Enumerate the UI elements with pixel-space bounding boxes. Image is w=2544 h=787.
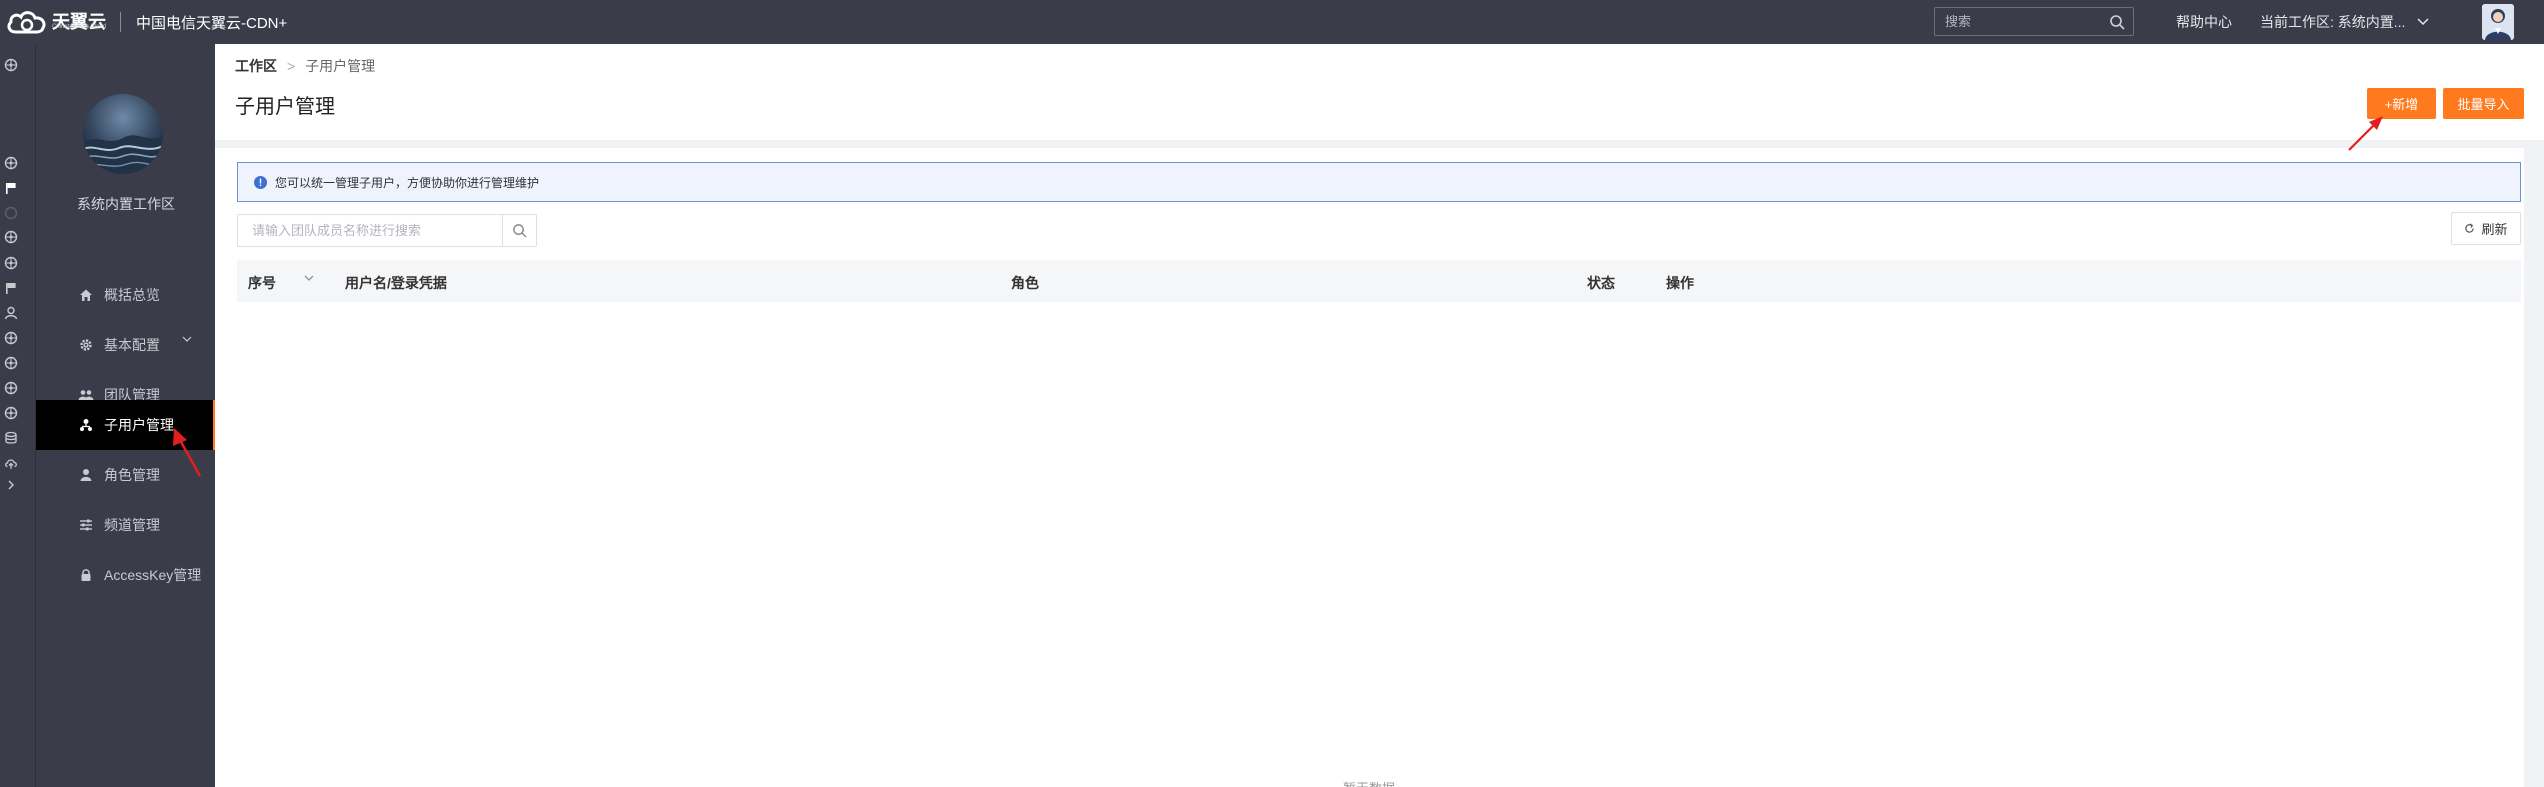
rail-expand-icon[interactable]	[2, 476, 20, 494]
top-bar: 天翼云 Chinatelecom Cloud 中国电信天翼云-CDN+ 帮助中心…	[0, 0, 2544, 44]
product-title: 中国电信天翼云-CDN+	[136, 15, 288, 32]
column-actions: 操作	[1666, 275, 1694, 291]
refresh-button[interactable]: 刷新	[2451, 212, 2521, 245]
rail-wheel-icon-5[interactable]	[2, 329, 20, 347]
content-card: 您可以统一管理子用户，方便协助你进行管理维护 刷新 序号 用户名/登录凭据 角色…	[215, 148, 2524, 787]
column-username: 用户名/登录凭据	[345, 275, 447, 291]
sidebar-item-role[interactable]: 角色管理	[36, 450, 216, 500]
workspace-avatar	[83, 94, 163, 174]
rail-wheel-icon-3[interactable]	[2, 228, 20, 246]
user-avatar[interactable]	[2482, 4, 2514, 40]
rail-wheel-icon-7[interactable]	[2, 379, 20, 397]
global-search[interactable]	[1934, 7, 2134, 36]
member-search[interactable]	[237, 214, 537, 247]
rail-wheel-icon-6[interactable]	[2, 354, 20, 372]
breadcrumb: 工作区 > 子用户管理	[235, 56, 375, 76]
table-empty-text: 暂无数据	[1343, 778, 1395, 787]
add-sub-user-button[interactable]: +新增	[2367, 88, 2436, 119]
rail-user-icon[interactable]	[2, 304, 20, 322]
chevron-down-icon	[2417, 18, 2429, 26]
workspace-selector[interactable]: 当前工作区: 系统内置...	[2260, 12, 2429, 32]
search-icon[interactable]	[2109, 14, 2125, 30]
column-role: 角色	[1011, 275, 1039, 291]
info-icon	[254, 175, 267, 189]
member-search-button[interactable]	[502, 215, 536, 246]
member-search-input[interactable]	[238, 215, 502, 246]
sidebar-item-label: 子用户管理	[104, 417, 174, 433]
top-divider	[120, 12, 121, 32]
sidebar: 系统内置工作区 概括总览 基本配置 团队管理 子用户管理 角色管理 频道管理 A…	[35, 44, 216, 787]
sidebar-item-overview[interactable]: 概括总览	[36, 270, 216, 320]
rail-flag-icon-2[interactable]	[2, 279, 20, 297]
sort-chevron-icon[interactable]	[304, 275, 314, 282]
help-center-link[interactable]: 帮助中心	[2176, 12, 2232, 32]
sidebar-item-label: 概括总览	[104, 287, 160, 303]
rail-wheel-icon-2[interactable]	[2, 154, 20, 172]
rail-cloud-upload-icon[interactable]	[2, 454, 20, 472]
user-avatar-icon	[2482, 4, 2514, 40]
sidebar-item-basic-config[interactable]: 基本配置	[36, 320, 216, 370]
breadcrumb-chevron-icon: >	[287, 58, 296, 74]
rail-wheel-icon-4[interactable]	[2, 254, 20, 272]
main-area: 工作区 > 子用户管理 子用户管理 +新增 批量导入 您可以统一管理子用户，方便…	[215, 44, 2544, 787]
sidebar-item-label: 频道管理	[104, 517, 160, 533]
rail-database-icon[interactable]	[2, 429, 20, 447]
breadcrumb-workspace[interactable]: 工作区	[235, 56, 277, 76]
column-index[interactable]: 序号	[248, 273, 276, 293]
workspace-avatar-icon	[83, 94, 163, 174]
cloud-logo-icon	[7, 11, 46, 34]
user-icon	[78, 467, 94, 483]
workspace-name: 系统内置工作区	[77, 196, 175, 212]
gear-icon	[78, 337, 94, 353]
sidebar-item-accesskey[interactable]: AccessKey管理	[36, 550, 216, 600]
lock-icon	[78, 567, 94, 583]
search-icon	[513, 224, 527, 238]
refresh-icon	[2465, 223, 2475, 233]
batch-import-button[interactable]: 批量导入	[2443, 88, 2524, 119]
chevron-down-icon	[182, 336, 192, 342]
sidebar-item-label: 基本配置	[104, 337, 160, 353]
page-header: 工作区 > 子用户管理 子用户管理 +新增 批量导入	[215, 44, 2544, 140]
column-status: 状态	[1587, 275, 1615, 291]
breadcrumb-current: 子用户管理	[305, 58, 376, 74]
sidebar-item-label: AccessKey管理	[104, 567, 202, 583]
sidebar-item-label: 角色管理	[104, 467, 160, 483]
rail-wheel-icon-1[interactable]	[2, 56, 20, 74]
sidebar-item-sub-user[interactable]: 子用户管理	[36, 400, 216, 450]
info-notice-text: 您可以统一管理子用户，方便协助你进行管理维护	[275, 175, 540, 190]
icon-rail	[0, 44, 35, 787]
table-header: 序号 用户名/登录凭据 角色 状态 操作	[237, 260, 2521, 302]
sidebar-item-channel[interactable]: 频道管理	[36, 500, 216, 550]
rail-wheel-icon-8[interactable]	[2, 404, 20, 422]
workspace-selector-label: 当前工作区: 系统内置...	[2260, 14, 2406, 30]
brand-logo[interactable]: 天翼云	[6, 6, 106, 38]
sliders-icon	[78, 517, 94, 533]
logo-subtext: Chinatelecom Cloud	[52, 24, 107, 30]
refresh-label: 刷新	[2481, 222, 2508, 237]
rail-circle-icon[interactable]	[2, 204, 20, 222]
home-icon	[78, 287, 94, 303]
rail-flag-icon-1[interactable]	[2, 179, 20, 197]
page-title: 子用户管理	[235, 96, 335, 118]
info-notice: 您可以统一管理子用户，方便协助你进行管理维护	[237, 162, 2521, 202]
global-search-input[interactable]	[1935, 8, 2095, 35]
sub-user-icon	[78, 417, 94, 433]
